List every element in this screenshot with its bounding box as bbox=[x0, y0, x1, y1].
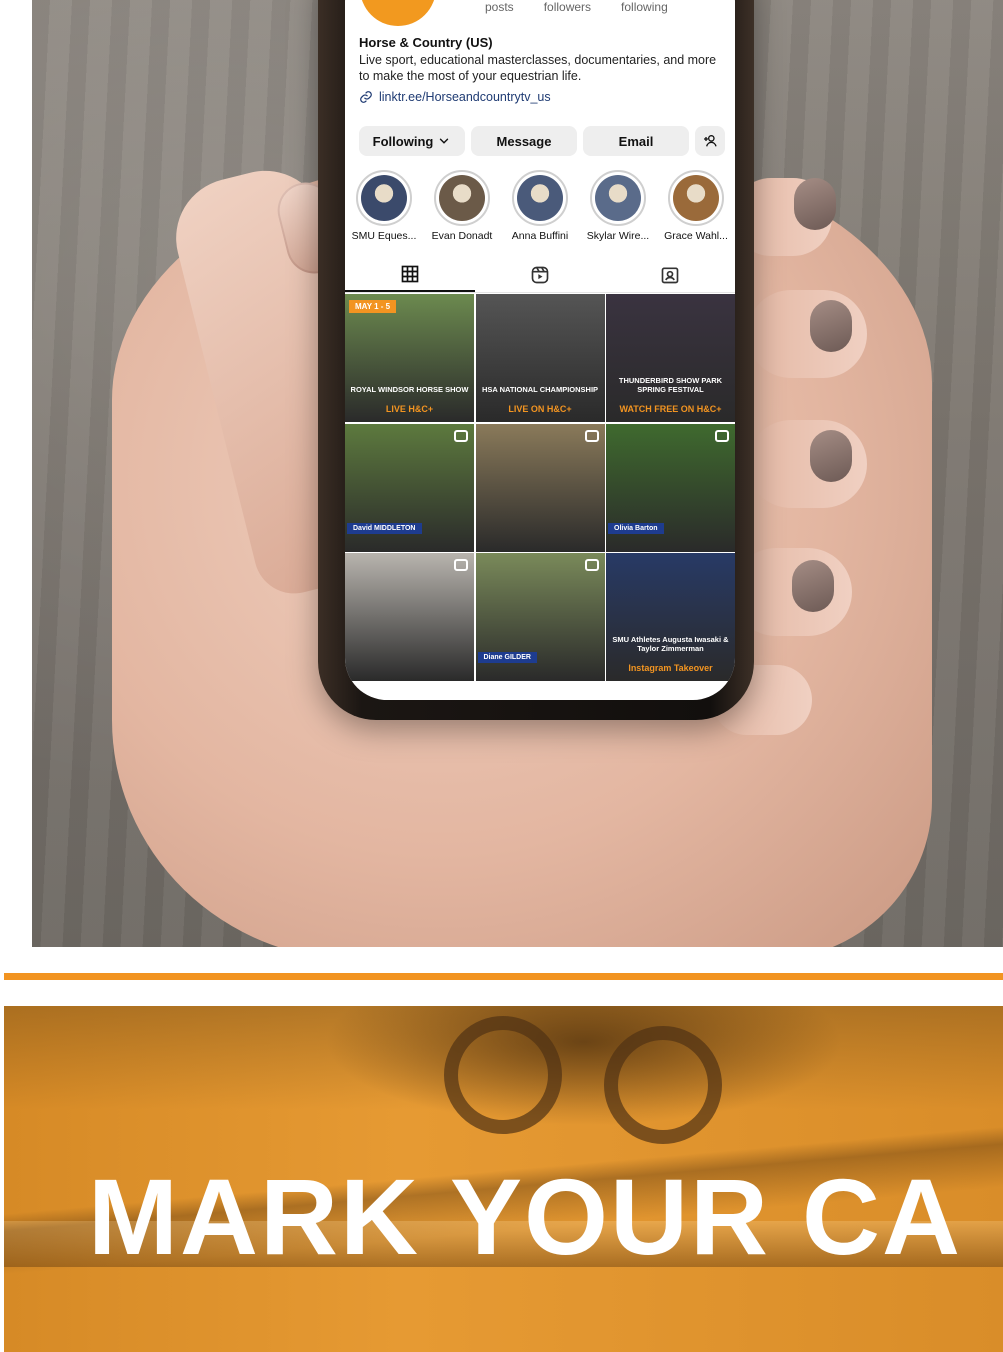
post-cta: LIVE H&C+ bbox=[385, 404, 434, 414]
post-cta: Instagram Takeover bbox=[628, 663, 713, 673]
story-highlights: SMU Eques... Evan Donadt Anna Buffini Skyla… bbox=[349, 170, 735, 242]
finger-nail bbox=[810, 430, 852, 482]
horse-hooves-image bbox=[324, 1006, 844, 1126]
add-person-icon bbox=[704, 135, 717, 147]
reels-icon bbox=[531, 266, 549, 284]
rider-name-badge: David MIDDLETON bbox=[347, 522, 422, 534]
highlight-ring bbox=[668, 170, 724, 226]
highlight-thumbnail bbox=[439, 175, 485, 221]
highlight-label: Skylar Wire... bbox=[586, 230, 650, 242]
post-tile[interactable] bbox=[345, 553, 474, 681]
tab-tagged[interactable] bbox=[605, 258, 735, 292]
profile-actions: Following Message Email bbox=[359, 126, 725, 156]
post-tile[interactable]: SMU Athletes Augusta Iwasaki & Taylor Zi… bbox=[606, 553, 735, 681]
post-tile[interactable]: Olivia Barton bbox=[606, 423, 735, 552]
reel-icon bbox=[454, 559, 468, 571]
post-title: THUNDERBIRD SHOW PARK SPRING FESTIVAL bbox=[618, 376, 723, 394]
tagged-icon bbox=[661, 267, 679, 284]
following-label: Following bbox=[372, 133, 434, 149]
highlight-ring bbox=[356, 170, 412, 226]
post-title: SMU Athletes Augusta Iwasaki & Taylor Zi… bbox=[612, 635, 729, 653]
finger-nail bbox=[792, 560, 834, 612]
post-tile[interactable]: David MIDDLETON bbox=[345, 423, 474, 552]
post-grid: MAY 1 - 5 ROYAL WINDSOR HORSE SHOW LIVE H&… bbox=[345, 294, 735, 681]
profile-tabs bbox=[345, 258, 735, 293]
highlight-thumbnail bbox=[517, 175, 563, 221]
email-button[interactable]: Email bbox=[583, 126, 689, 156]
highlight-label: Evan Donadt bbox=[431, 230, 493, 242]
followers-stat[interactable]: followers bbox=[544, 0, 591, 14]
post-cta: LIVE ON H&C+ bbox=[508, 404, 572, 414]
profile-bio: Live sport, educational masterclasses, d… bbox=[359, 53, 717, 83]
rider-name-badge: Olivia Barton bbox=[608, 522, 664, 534]
post-date-tag: MAY 1 - 5 bbox=[349, 300, 397, 313]
tab-reels[interactable] bbox=[475, 258, 605, 292]
highlight-thumbnail bbox=[673, 175, 719, 221]
profile-link-text[interactable]: linktr.ee/Horseandcountrytv_us bbox=[379, 90, 551, 104]
add-user-button[interactable] bbox=[695, 126, 725, 156]
orange-divider bbox=[4, 973, 1003, 980]
rider-name-badge: Diane GILDER bbox=[477, 652, 537, 663]
following-stat[interactable]: following bbox=[621, 0, 668, 14]
profile-avatar[interactable] bbox=[360, 0, 436, 26]
grid-icon bbox=[401, 265, 419, 283]
horseshoe bbox=[444, 1016, 562, 1134]
chevron-down-icon bbox=[440, 138, 449, 144]
story-highlight[interactable]: Evan Donadt bbox=[427, 170, 497, 242]
mark-your-calendar-banner: MARK YOUR CA bbox=[4, 1006, 1003, 1352]
profile-stats: posts followers following bbox=[485, 0, 668, 14]
reel-icon bbox=[715, 429, 729, 442]
link-icon bbox=[360, 91, 372, 103]
banner-title: MARK YOUR CA bbox=[88, 1156, 963, 1277]
instagram-profile-screen: posts followers following Horse & Countr… bbox=[345, 0, 735, 700]
following-button[interactable]: Following bbox=[359, 126, 465, 156]
story-highlight[interactable]: Grace Wahl... bbox=[661, 170, 731, 242]
highlight-ring bbox=[590, 170, 646, 226]
reel-icon bbox=[584, 559, 599, 571]
reel-icon bbox=[584, 429, 599, 442]
story-highlight[interactable]: Skylar Wire... bbox=[583, 170, 653, 242]
message-button[interactable]: Message bbox=[471, 126, 577, 156]
story-highlight[interactable]: Anna Buffini bbox=[505, 170, 575, 242]
post-tile[interactable]: Diane GILDER bbox=[475, 553, 605, 681]
highlight-thumbnail bbox=[595, 175, 641, 221]
highlight-label: Grace Wahl... bbox=[664, 230, 728, 242]
story-highlight[interactable]: SMU Eques... bbox=[349, 170, 419, 242]
profile-name: Horse & Country (US) bbox=[359, 35, 493, 50]
horseshoe bbox=[604, 1026, 722, 1144]
finger-nail bbox=[794, 178, 836, 230]
highlight-label: SMU Eques... bbox=[351, 230, 417, 242]
post-title: ROYAL WINDSOR HORSE SHOW bbox=[350, 385, 469, 394]
highlight-ring bbox=[512, 170, 568, 226]
post-cta: WATCH FREE ON H&C+ bbox=[619, 404, 722, 414]
finger-nail bbox=[810, 300, 852, 352]
highlight-ring bbox=[434, 170, 490, 226]
post-tile[interactable] bbox=[475, 423, 605, 552]
post-tile[interactable]: HSA NATIONAL CHAMPIONSHIP LIVE ON H&C+ bbox=[475, 294, 605, 422]
tab-grid[interactable] bbox=[345, 258, 475, 292]
post-tile[interactable]: MAY 1 - 5 ROYAL WINDSOR HORSE SHOW LIVE H&… bbox=[345, 294, 474, 422]
posts-stat[interactable]: posts bbox=[485, 0, 514, 14]
reel-icon bbox=[454, 429, 468, 442]
highlight-label: Anna Buffini bbox=[511, 230, 569, 242]
highlight-thumbnail bbox=[361, 175, 407, 221]
post-tile[interactable]: THUNDERBIRD SHOW PARK SPRING FESTIVAL WAT… bbox=[606, 294, 735, 422]
profile-link[interactable]: linktr.ee/Horseandcountrytv_us bbox=[359, 90, 551, 104]
post-title: HSA NATIONAL CHAMPIONSHIP bbox=[481, 385, 599, 394]
